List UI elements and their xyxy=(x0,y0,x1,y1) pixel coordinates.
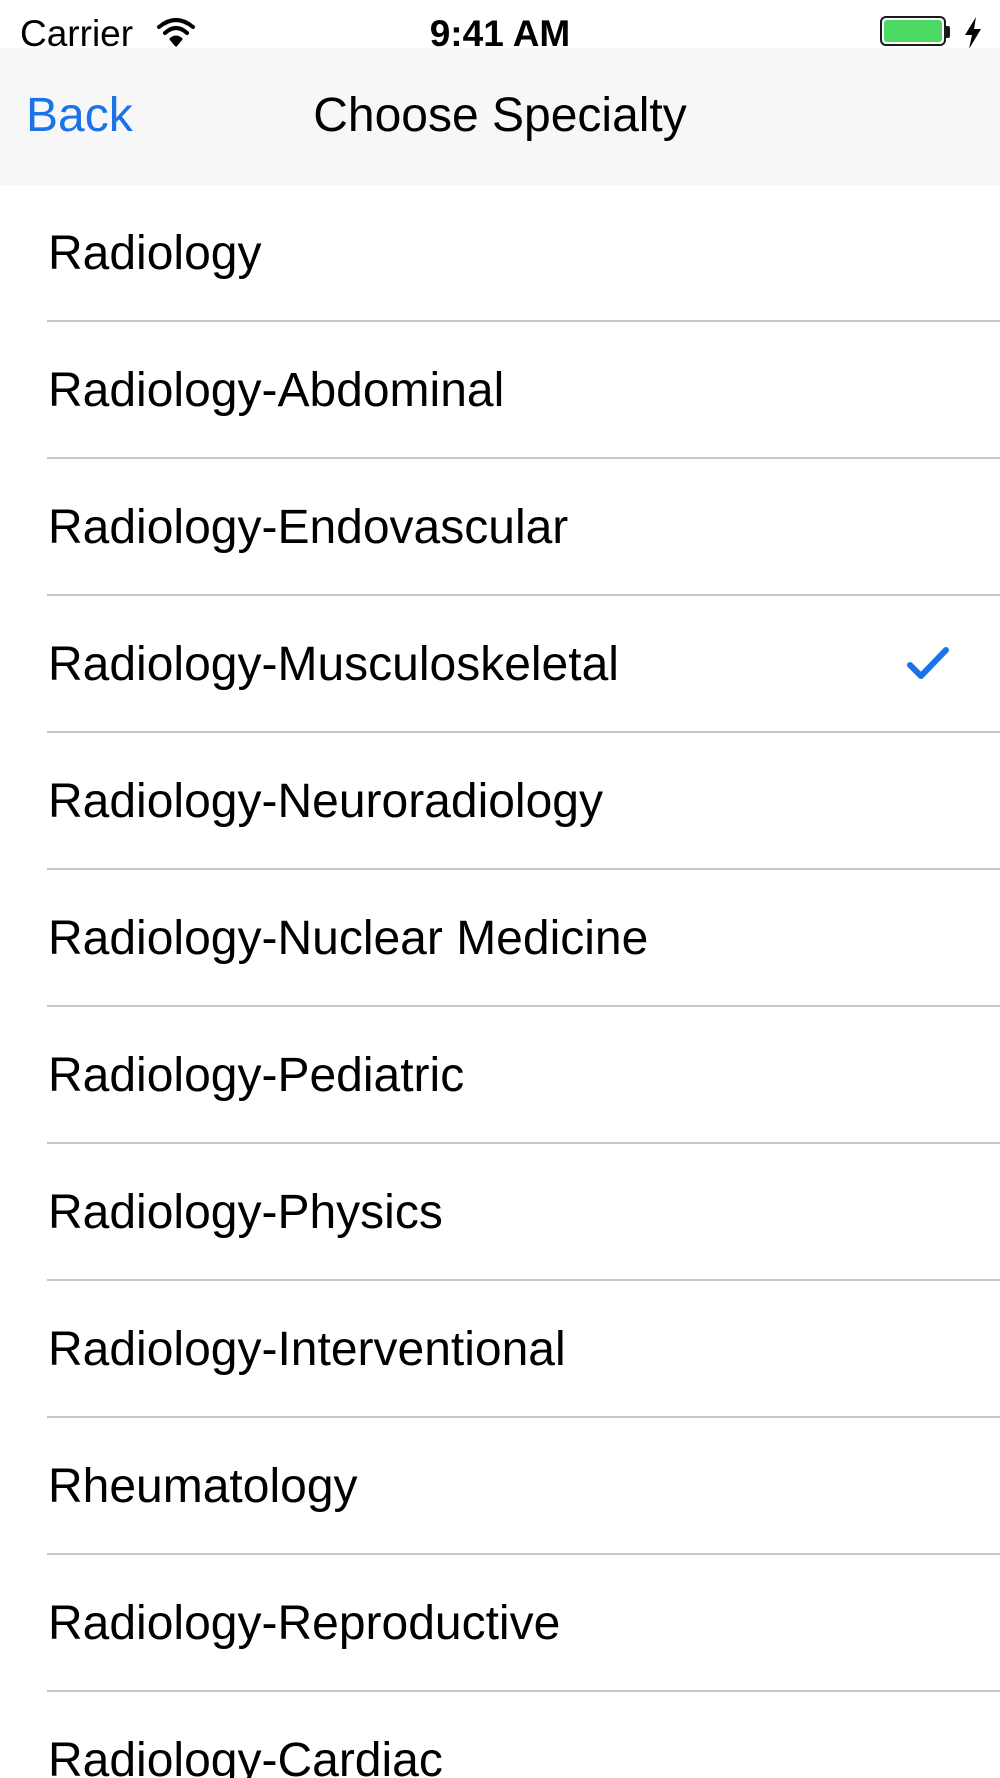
list-item[interactable]: Radiology-Neuroradiology xyxy=(0,733,1000,870)
page-title: Choose Specialty xyxy=(313,89,687,142)
list-item[interactable]: Radiology-Pediatric xyxy=(0,1007,1000,1144)
list-item-label: Radiology-Abdominal xyxy=(48,364,505,417)
list-item[interactable]: Radiology-Endovascular xyxy=(0,459,1000,596)
specialty-list: Radiology Radiology-Abdominal Radiology-En… xyxy=(0,185,1000,1778)
list-item[interactable]: Radiology-Reproductive xyxy=(0,1555,1000,1692)
list-item-label: Radiology-Cardiac xyxy=(48,1734,443,1778)
list-item[interactable]: Radiology-Interventional xyxy=(0,1281,1000,1418)
list-item-label: Radiology-Nuclear Medicine xyxy=(48,912,649,965)
checkmark-icon xyxy=(907,647,949,679)
list-item-label: Rheumatology xyxy=(48,1460,358,1513)
list-item-label: Radiology-Interventional xyxy=(48,1323,566,1376)
list-item-label: Radiology-Physics xyxy=(48,1186,443,1239)
list-item-label: Radiology xyxy=(48,227,262,280)
list-item[interactable]: Radiology-Cardiac xyxy=(0,1692,1000,1778)
list-item[interactable]: Radiology-Nuclear Medicine xyxy=(0,870,1000,1007)
list-item[interactable]: Radiology-Physics xyxy=(0,1144,1000,1281)
screen: Carrier 9:41 AM Choose Specialty Back Ra… xyxy=(0,0,1000,1778)
list-item-label: Radiology-Reproductive xyxy=(48,1597,561,1650)
status-bar: Carrier 9:41 AM xyxy=(0,0,1000,54)
list-item-label: Radiology-Musculoskeletal xyxy=(48,638,619,691)
back-button[interactable]: Back xyxy=(26,88,133,144)
list-item-label: Radiology-Pediatric xyxy=(48,1049,465,1102)
navigation-bar: Choose Specialty Back xyxy=(0,48,1000,185)
bolt-icon xyxy=(965,17,981,49)
list-item[interactable]: Radiology-Abdominal xyxy=(0,322,1000,459)
list-item-label: Radiology-Endovascular xyxy=(48,501,569,554)
list-item[interactable]: Rheumatology xyxy=(0,1418,1000,1555)
battery-fill xyxy=(884,20,942,42)
list-item[interactable]: Radiology-Musculoskeletal xyxy=(0,596,1000,733)
battery-icon xyxy=(880,16,952,50)
list-item[interactable]: Radiology xyxy=(0,185,1000,322)
list-item-label: Radiology-Neuroradiology xyxy=(48,775,603,828)
